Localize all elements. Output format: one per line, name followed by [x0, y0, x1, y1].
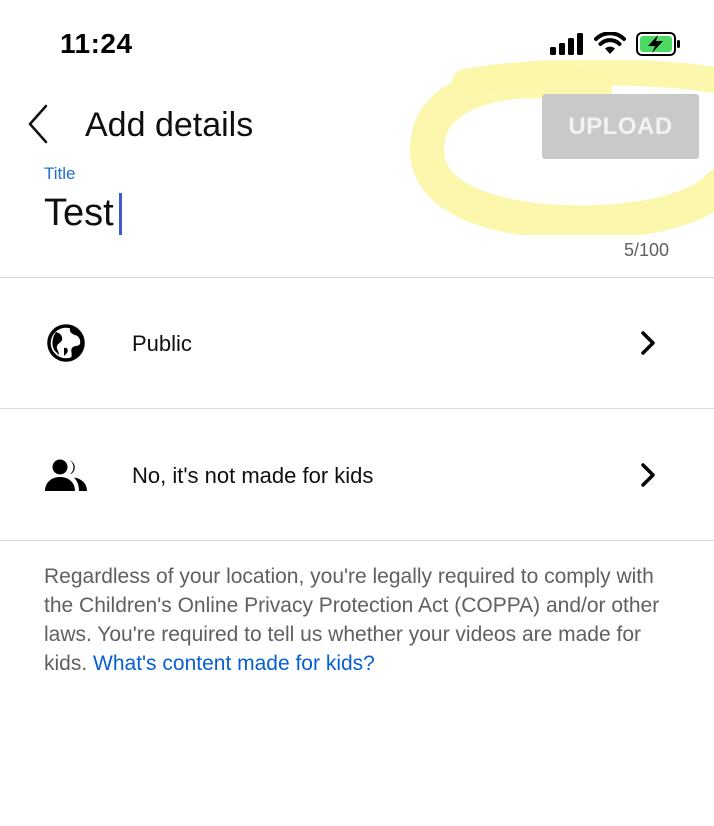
chevron-left-icon: [26, 104, 50, 149]
visibility-label: Public: [132, 331, 192, 356]
audience-row[interactable]: No, it's not made for kids: [0, 409, 714, 539]
audience-label: No, it's not made for kids: [132, 463, 374, 488]
globe-icon: [44, 321, 88, 365]
wifi-icon: [594, 31, 626, 61]
status-icons: [550, 31, 682, 61]
visibility-row[interactable]: Public: [0, 278, 714, 408]
battery-charging-icon: [636, 32, 682, 61]
page-title: Add details: [85, 106, 254, 144]
chevron-right-icon: [636, 461, 660, 489]
upload-button[interactable]: UPLOAD: [542, 94, 699, 159]
cellular-signal-icon: [550, 33, 584, 60]
status-time: 11:24: [60, 28, 133, 59]
coppa-disclaimer: Regardless of your location, you're lega…: [44, 562, 674, 678]
title-input-value: Test: [44, 192, 114, 234]
title-field-label: Title: [44, 164, 76, 183]
title-input[interactable]: Test: [44, 192, 122, 235]
back-button[interactable]: [20, 104, 56, 148]
made-for-kids-help-link[interactable]: What's content made for kids?: [93, 652, 375, 675]
text-caret: [118, 192, 122, 235]
people-icon: [44, 453, 88, 497]
divider: [0, 540, 714, 541]
character-count: 5/100: [623, 240, 669, 260]
chevron-right-icon: [636, 329, 660, 357]
